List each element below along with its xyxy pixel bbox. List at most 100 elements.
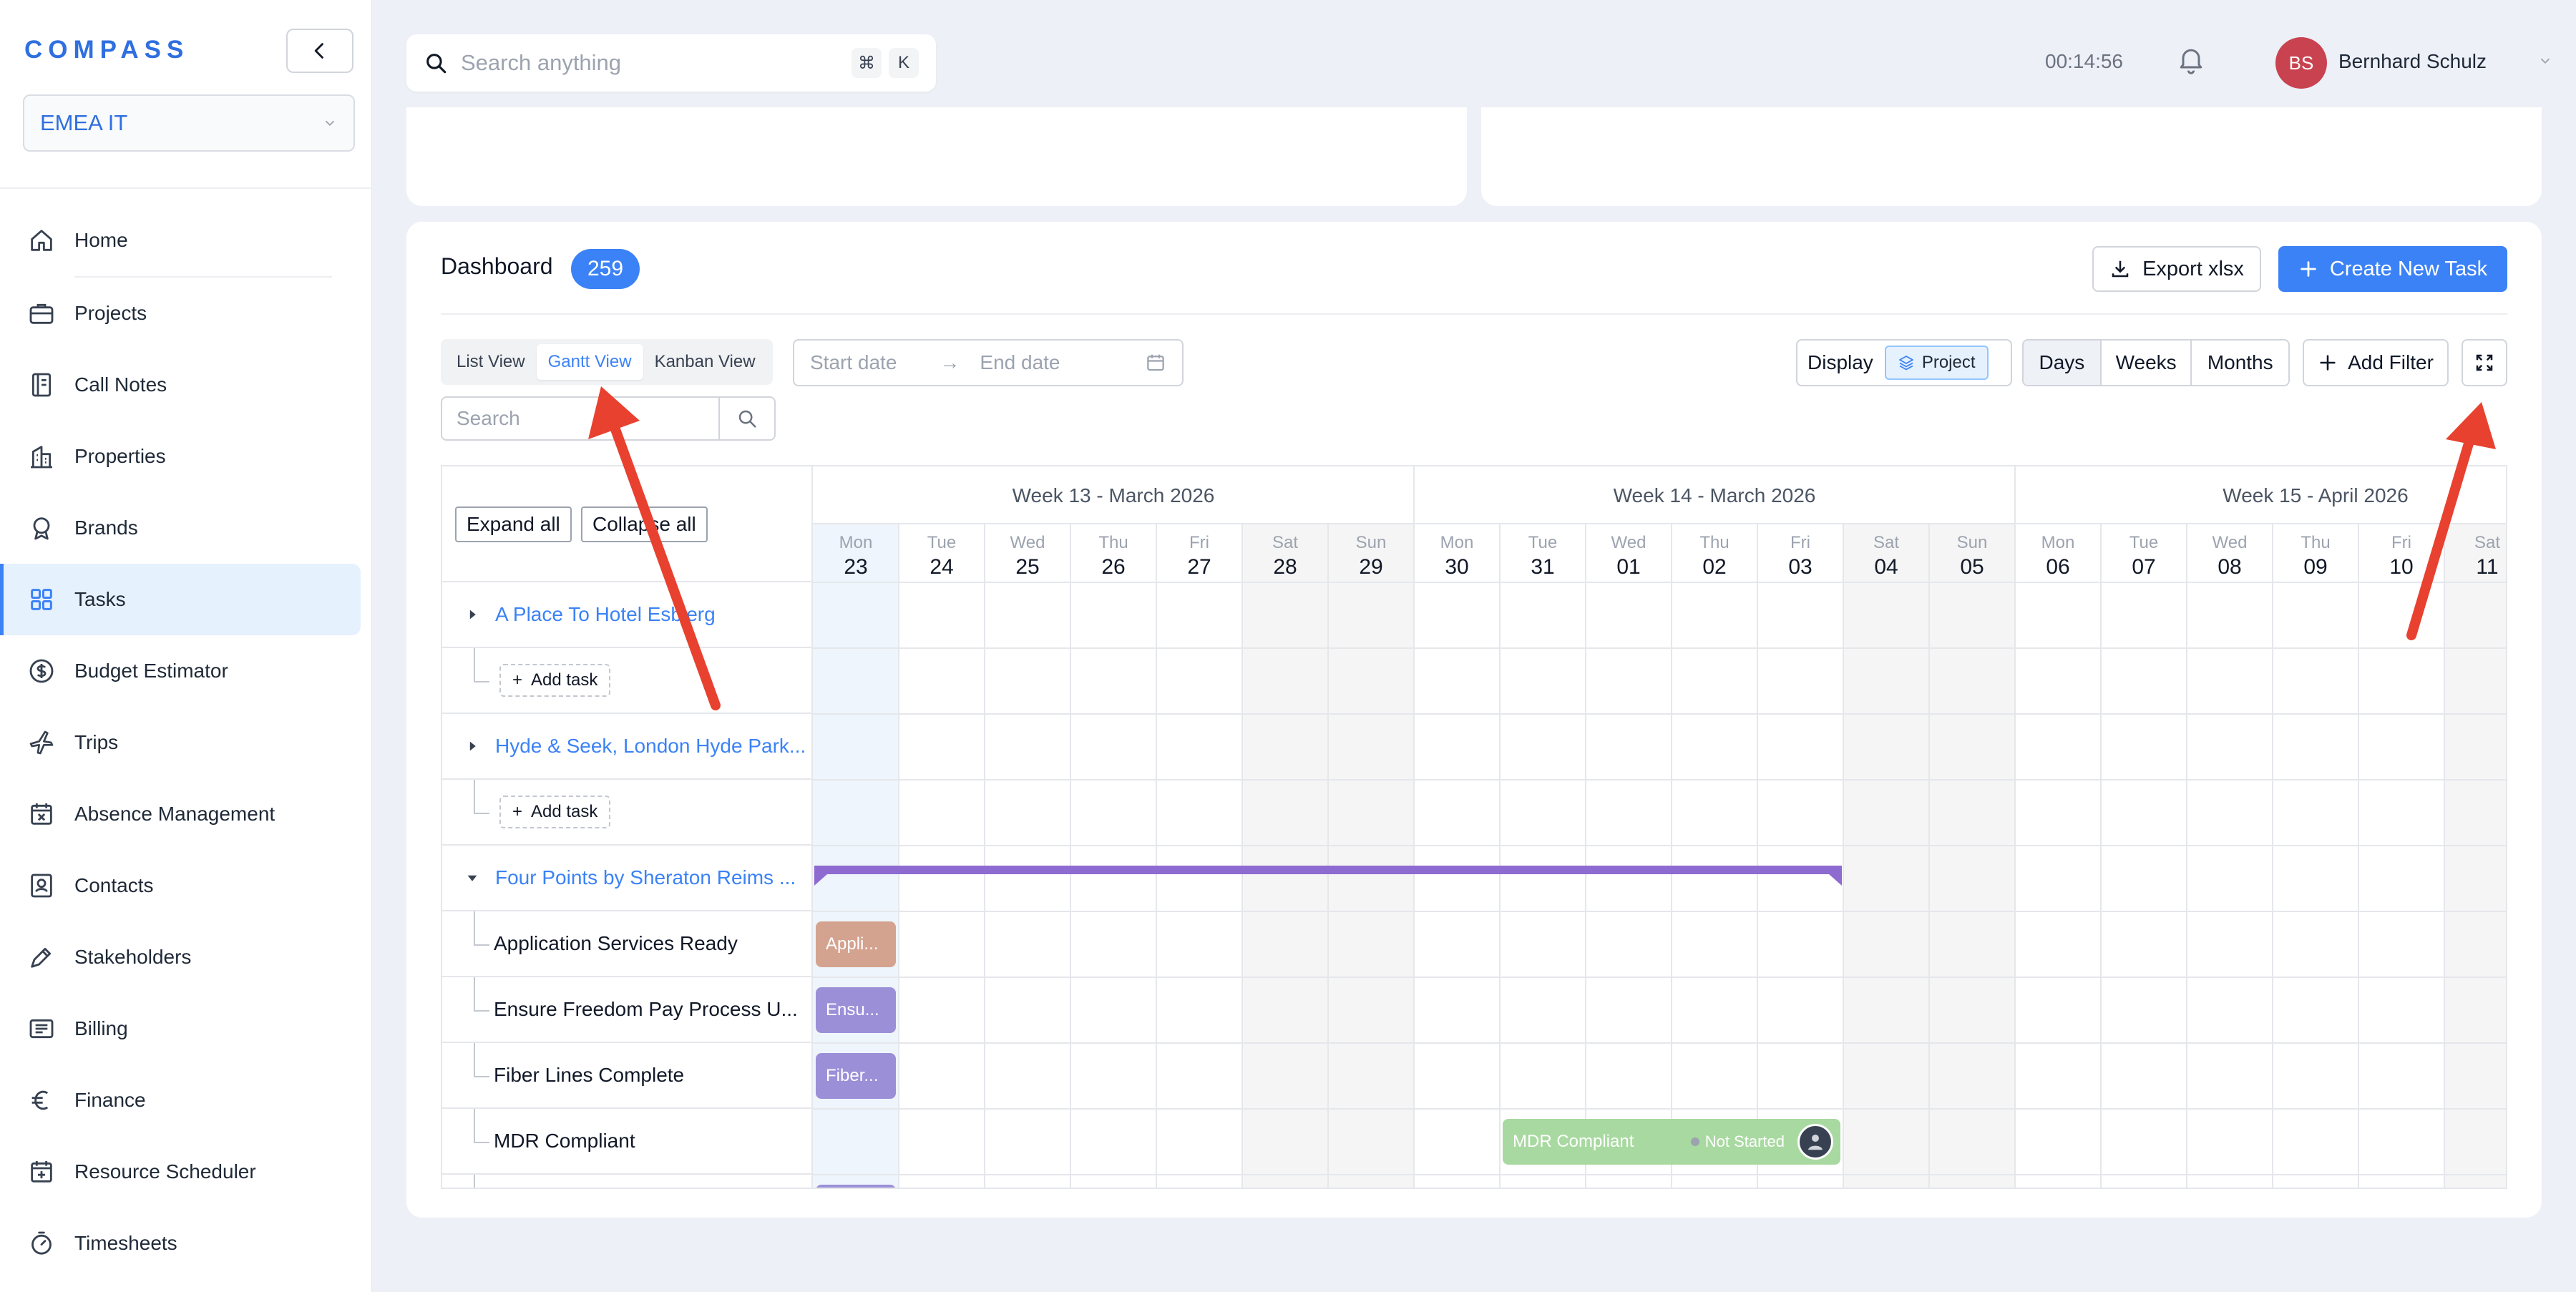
expand-all-button[interactable]: Expand all xyxy=(455,506,572,542)
sidebar-item-label: Resource Scheduler xyxy=(74,1160,256,1183)
day-number-label: 09 xyxy=(2303,555,2327,579)
calendar-icon[interactable] xyxy=(1145,352,1166,373)
project-name[interactable]: Hyde & Seek, London Hyde Park... xyxy=(495,735,806,758)
summary-card-right xyxy=(1481,107,2542,206)
date-range-picker[interactable]: Start date → End date xyxy=(793,339,1184,386)
plus-icon xyxy=(2301,261,2316,277)
pen-icon xyxy=(26,941,57,973)
task-bar[interactable] xyxy=(816,1185,896,1188)
sidebar-item-call-notes[interactable]: Call Notes xyxy=(0,349,372,421)
add-task-button[interactable]: + Add task xyxy=(499,796,611,828)
project-name[interactable]: Four Points by Sheraton Reims ... xyxy=(495,866,796,889)
task-row[interactable]: Application Services Ready xyxy=(442,911,811,977)
sidebar-item-budget-estimator[interactable]: Budget Estimator xyxy=(0,635,372,707)
task-row[interactable] xyxy=(442,1175,811,1188)
arrow-right-icon: → xyxy=(940,351,960,373)
day-number-label: 31 xyxy=(1531,555,1554,579)
sidebar-item-brands[interactable]: Brands xyxy=(0,492,372,564)
sidebar-item-timesheets[interactable]: Timesheets xyxy=(0,1208,372,1279)
task-bar[interactable]: Fiber... xyxy=(816,1053,896,1099)
task-row[interactable]: Ensure Freedom Pay Process U... xyxy=(442,977,811,1043)
caret-right-icon[interactable] xyxy=(467,609,478,620)
day-number-label: 03 xyxy=(1788,555,1812,579)
sidebar-item-stakeholders[interactable]: Stakeholders xyxy=(0,921,372,993)
collapse-sidebar-button[interactable] xyxy=(286,29,353,73)
sidebar-nav: Home Projects Call Notes Properties Brands Ta… xyxy=(0,205,372,1279)
organization-select[interactable]: EMEA IT xyxy=(23,94,355,152)
day-of-week-label: Thu xyxy=(1699,533,1729,552)
task-row[interactable]: MDR Compliant xyxy=(442,1109,811,1175)
caret-right-icon[interactable] xyxy=(467,740,478,752)
sidebar-item-absence-management[interactable]: Absence Management xyxy=(0,778,372,850)
home-icon xyxy=(26,225,57,256)
contact-icon xyxy=(26,870,57,901)
scale-days[interactable]: Days xyxy=(2024,341,2102,385)
search-button[interactable] xyxy=(718,398,774,439)
project-row[interactable]: Four Points by Sheraton Reims ... xyxy=(442,846,811,911)
weekend-column xyxy=(1843,524,1929,1188)
day-of-week-label: Thu xyxy=(1098,533,1128,552)
bell-icon[interactable] xyxy=(2175,43,2207,79)
display-project-chip[interactable]: Project xyxy=(1884,346,1989,380)
day-number-label: 02 xyxy=(1702,555,1726,579)
header-divider xyxy=(441,313,2507,315)
collapse-all-button[interactable]: Collapse all xyxy=(581,506,708,542)
global-search-input[interactable]: Search anything ⌘ K xyxy=(406,34,936,92)
tab-list-view[interactable]: List View xyxy=(445,344,537,380)
shortcut-hint: ⌘ K xyxy=(844,48,919,78)
create-new-task-button[interactable]: Create New Task xyxy=(2278,246,2507,292)
gantt-grid: Week 13 - March 2026 Week 14 - March 2026… xyxy=(813,466,2506,1188)
start-date-input[interactable]: Start date xyxy=(810,351,897,374)
task-name: MDR Compliant xyxy=(494,1130,635,1152)
add-filter-button[interactable]: Add Filter xyxy=(2303,339,2449,386)
sidebar-item-trips[interactable]: Trips xyxy=(0,707,372,778)
day-number-label: 24 xyxy=(930,555,953,579)
gantt-search-input[interactable]: Search xyxy=(441,396,776,441)
day-of-week-label: Sat xyxy=(2474,533,2500,552)
scale-weeks[interactable]: Weeks xyxy=(2102,341,2192,385)
task-bar[interactable]: Appli... xyxy=(816,921,896,967)
day-of-week-label: Tue xyxy=(2129,533,2158,552)
calendar-x-icon xyxy=(26,798,57,830)
caret-down-icon[interactable] xyxy=(467,872,478,884)
task-row[interactable]: Fiber Lines Complete xyxy=(442,1043,811,1109)
sidebar-item-projects[interactable]: Projects xyxy=(0,278,372,349)
project-row[interactable]: A Place To Hotel Esbjerg xyxy=(442,582,811,648)
project-name[interactable]: A Place To Hotel Esbjerg xyxy=(495,603,716,626)
avatar[interactable]: BS xyxy=(2275,37,2327,89)
sidebar-item-tasks[interactable]: Tasks xyxy=(0,564,361,635)
day-of-week-label: Sun xyxy=(1957,533,1988,552)
sidebar-item-billing[interactable]: Billing xyxy=(0,993,372,1065)
compass-logo[interactable]: COMPASS xyxy=(24,36,189,64)
end-date-input[interactable]: End date xyxy=(980,351,1060,374)
sidebar-item-properties[interactable]: Properties xyxy=(0,421,372,492)
sidebar-item-label: Call Notes xyxy=(74,373,167,396)
export-xlsx-button[interactable]: Export xlsx xyxy=(2092,246,2261,292)
tab-gantt-view[interactable]: Gantt View xyxy=(536,344,643,380)
weekend-column xyxy=(1328,524,1414,1188)
chevron-down-icon[interactable] xyxy=(2537,53,2553,69)
day-number-label: 05 xyxy=(1960,555,1984,579)
display-selector[interactable]: Display Project xyxy=(1796,339,2012,386)
day-of-week-label: Tue xyxy=(1528,533,1557,552)
sidebar-item-label: Contacts xyxy=(74,874,154,896)
task-name: Fiber Lines Complete xyxy=(494,1064,685,1086)
billing-icon xyxy=(26,1013,57,1044)
add-task-button[interactable]: + Add task xyxy=(499,664,611,697)
project-row[interactable]: Hyde & Seek, London Hyde Park... xyxy=(442,714,811,780)
task-bar[interactable]: MDR Compliant Not Started xyxy=(1503,1119,1840,1165)
fullscreen-button[interactable] xyxy=(2462,339,2507,386)
scale-months[interactable]: Months xyxy=(2192,341,2288,385)
task-bar[interactable]: Ensu... xyxy=(816,987,896,1033)
sidebar-item-label: Properties xyxy=(74,445,166,467)
user-name[interactable]: Bernhard Schulz xyxy=(2338,50,2487,73)
sidebar-item-home[interactable]: Home xyxy=(0,205,372,276)
sidebar-item-resource-scheduler[interactable]: Resource Scheduler xyxy=(0,1136,372,1208)
sidebar-item-label: Home xyxy=(74,229,128,251)
sidebar-item-contacts[interactable]: Contacts xyxy=(0,850,372,921)
assignee-avatar[interactable] xyxy=(1797,1124,1833,1160)
tab-kanban-view[interactable]: Kanban View xyxy=(643,344,767,380)
sidebar-item-finance[interactable]: Finance xyxy=(0,1065,372,1136)
day-of-week-label: Wed xyxy=(1611,533,1646,552)
day-of-week-label: Fri xyxy=(1790,533,1810,552)
